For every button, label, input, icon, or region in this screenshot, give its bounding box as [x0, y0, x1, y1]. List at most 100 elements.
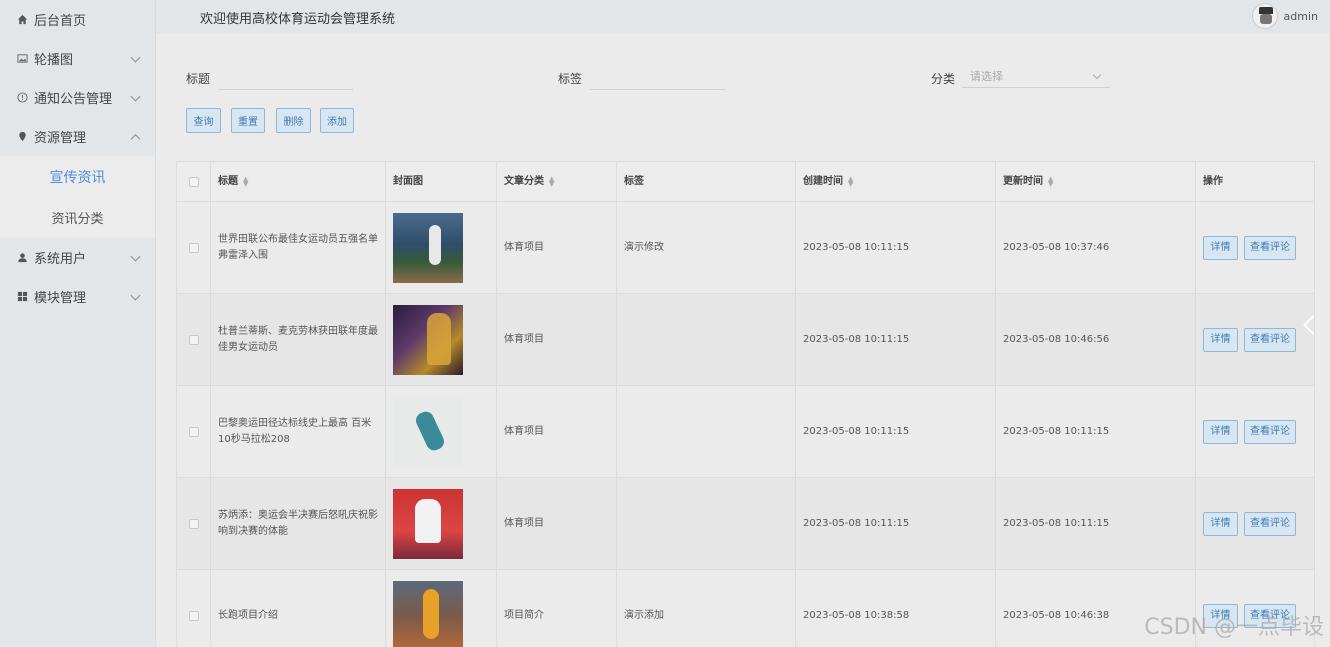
row-checkbox[interactable]	[188, 426, 199, 437]
row-updated: 2023-05-08 10:46:56	[996, 294, 1196, 385]
sidebar-subitem-news[interactable]: 宣传资讯	[0, 156, 155, 197]
view-comments-button[interactable]: 查看评论	[1244, 511, 1296, 536]
select-all-cell	[176, 162, 211, 201]
column-header-tag: 标签	[617, 162, 796, 201]
watermark: CSDN @一点毕设	[1144, 615, 1324, 640]
row-tag	[617, 294, 796, 385]
view-comments-button[interactable]: 查看评论	[1244, 419, 1296, 444]
main-content: 标题 标签 分类 请选择 查询 重置 删除 添加 标题 ▲ ▼ 封面图 文章分类 ▲ ▼…	[162, 38, 1330, 647]
row-checkbox[interactable]	[188, 242, 199, 253]
sort-icon[interactable]: ▲ ▼	[1048, 175, 1053, 187]
top-header: 欢迎使用高校体育运动会管理系统 admin	[156, 0, 1330, 33]
sidebar-item-resources[interactable]: 资源管理	[0, 117, 155, 156]
row-created: 2023-05-08 10:38:58	[796, 570, 996, 647]
sidebar-item-notice[interactable]: 通知公告管理	[0, 78, 155, 117]
news-table: 标题 ▲ ▼ 封面图 文章分类 ▲ ▼ 标签 创建时间 ▲ ▼ 更新时间 ▲ ▼ 操作 世界田联…	[176, 161, 1315, 647]
row-checkbox[interactable]	[188, 610, 199, 621]
cover-image[interactable]	[393, 212, 463, 283]
detail-button[interactable]: 详情	[1203, 511, 1238, 536]
sort-icon[interactable]: ▲ ▼	[243, 175, 248, 187]
table-row: 苏炳添：奥运会半决赛后怒吼庆祝影响到决赛的体能 体育项目 2023-05-08 …	[176, 478, 1315, 570]
row-updated: 2023-05-08 10:11:15	[996, 386, 1196, 477]
user-menu[interactable]: admin	[1251, 3, 1318, 29]
sidebar-item-users[interactable]: 系统用户	[0, 238, 155, 277]
grid-icon	[16, 291, 28, 303]
row-category: 项目简介	[497, 570, 617, 647]
row-created: 2023-05-08 10:11:15	[796, 294, 996, 385]
category-filter-label: 分类	[931, 72, 956, 86]
category-select[interactable]: 请选择	[962, 66, 1110, 88]
home-icon	[16, 14, 28, 26]
table-row: 杜普兰蒂斯、麦克劳林获田联年度最佳男女运动员 体育项目 2023-05-08 1…	[176, 294, 1315, 386]
row-title: 苏炳添：奥运会半决赛后怒吼庆祝影响到决赛的体能	[211, 478, 386, 569]
location-pin-icon	[16, 131, 28, 143]
detail-button[interactable]: 详情	[1203, 327, 1238, 352]
row-category: 体育项目	[497, 294, 617, 385]
cover-image[interactable]	[393, 304, 463, 375]
sidebar-subitem-news-category[interactable]: 资讯分类	[0, 197, 155, 238]
sidebar-item-modules[interactable]: 模块管理	[0, 277, 155, 316]
column-header-category[interactable]: 文章分类 ▲ ▼	[497, 162, 617, 201]
row-checkbox[interactable]	[188, 334, 199, 345]
sidebar-item-label: 资源管理	[34, 131, 87, 146]
detail-button[interactable]: 详情	[1203, 419, 1238, 444]
column-header-cover: 封面图	[386, 162, 497, 201]
row-checkbox[interactable]	[188, 518, 199, 529]
sidebar-item-home[interactable]: 后台首页	[0, 0, 155, 39]
sidebar-item-label: 系统用户	[34, 252, 87, 267]
cover-image[interactable]	[393, 396, 463, 467]
tag-filter-input[interactable]	[590, 68, 725, 90]
sort-icon[interactable]: ▲ ▼	[848, 175, 853, 187]
sort-icon[interactable]: ▲ ▼	[549, 175, 554, 187]
chevron-up-icon	[130, 133, 141, 144]
query-button[interactable]: 查询	[186, 108, 221, 133]
delete-button[interactable]: 删除	[276, 108, 311, 133]
row-updated: 2023-05-08 10:37:46	[996, 202, 1196, 293]
sidebar-item-carousel[interactable]: 轮播图	[0, 39, 155, 78]
user-icon	[16, 252, 28, 264]
table-header: 标题 ▲ ▼ 封面图 文章分类 ▲ ▼ 标签 创建时间 ▲ ▼ 更新时间 ▲ ▼ 操作	[176, 161, 1315, 202]
row-updated: 2023-05-08 10:11:15	[996, 478, 1196, 569]
image-icon	[16, 53, 28, 65]
row-tag	[617, 478, 796, 569]
detail-button[interactable]: 详情	[1203, 235, 1238, 260]
view-comments-button[interactable]: 查看评论	[1244, 327, 1296, 352]
add-button[interactable]: 添加	[320, 108, 354, 133]
row-tag: 演示修改	[617, 202, 796, 293]
chevron-down-icon	[130, 290, 141, 301]
row-category: 体育项目	[497, 202, 617, 293]
row-created: 2023-05-08 10:11:15	[796, 478, 996, 569]
tag-filter-label: 标签	[558, 72, 583, 86]
resources-submenu: 宣传资讯 资讯分类	[0, 156, 155, 238]
sidebar: 后台首页 轮播图 通知公告管理 资源管理 宣传资讯 资讯分类 系统用户 模块管理	[0, 0, 156, 647]
column-header-created[interactable]: 创建时间 ▲ ▼	[796, 162, 996, 201]
reset-button[interactable]: 重置	[231, 108, 265, 133]
title-filter-input[interactable]	[218, 68, 353, 90]
row-created: 2023-05-08 10:11:15	[796, 202, 996, 293]
row-category: 体育项目	[497, 478, 617, 569]
sidebar-item-label: 模块管理	[34, 291, 87, 306]
row-title: 杜普兰蒂斯、麦克劳林获田联年度最佳男女运动员	[211, 294, 386, 385]
info-icon	[16, 92, 28, 104]
column-header-title[interactable]: 标题 ▲ ▼	[211, 162, 386, 201]
row-tag: 演示添加	[617, 570, 796, 647]
row-title: 长跑项目介绍	[211, 570, 386, 647]
select-all-checkbox[interactable]	[188, 176, 199, 187]
sidebar-item-label: 轮播图	[34, 53, 74, 68]
view-comments-button[interactable]: 查看评论	[1244, 235, 1296, 260]
chevron-down-icon	[130, 52, 141, 63]
row-title: 巴黎奥运田径达标线史上最高 百米10秒马拉松208	[211, 386, 386, 477]
username: admin	[1283, 9, 1318, 23]
title-filter-label: 标题	[186, 72, 211, 86]
row-title: 世界田联公布最佳女运动员五强名单 弗雷泽入围	[211, 202, 386, 293]
row-category: 体育项目	[497, 386, 617, 477]
cover-image[interactable]	[393, 488, 463, 559]
cover-image[interactable]	[393, 580, 463, 647]
chevron-down-icon	[1092, 70, 1102, 80]
row-tag	[617, 386, 796, 477]
column-header-updated[interactable]: 更新时间 ▲ ▼	[996, 162, 1196, 201]
page-title: 欢迎使用高校体育运动会管理系统	[200, 12, 396, 27]
table-row: 巴黎奥运田径达标线史上最高 百米10秒马拉松208 体育项目 2023-05-0…	[176, 386, 1315, 478]
avatar[interactable]	[1251, 3, 1278, 29]
row-created: 2023-05-08 10:11:15	[796, 386, 996, 477]
